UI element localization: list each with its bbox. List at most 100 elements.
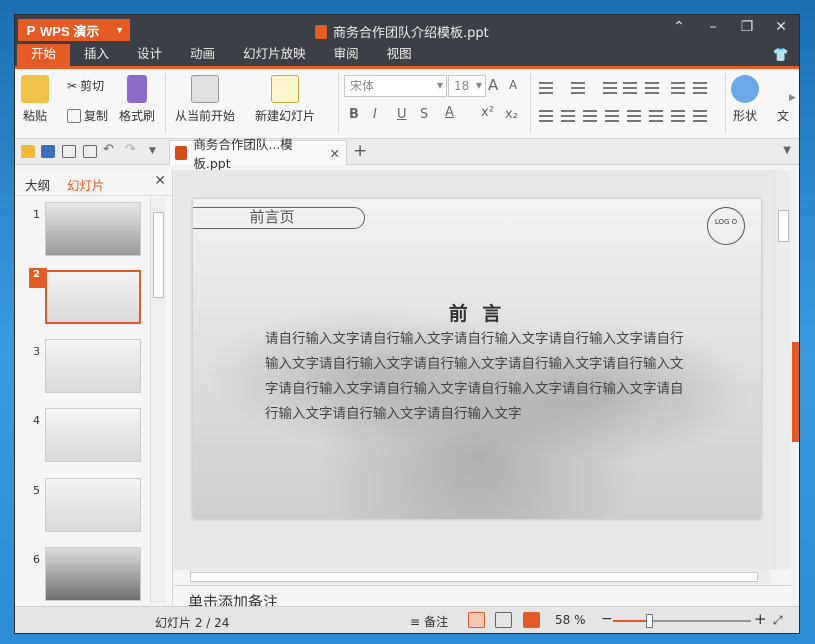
from-current-button[interactable]: 从当前开始	[175, 75, 235, 124]
tab-list-icon[interactable]: ▼	[783, 145, 791, 156]
copy-button[interactable]: 复制	[67, 107, 108, 124]
slide-thumbnail-selected[interactable]: 2	[15, 268, 155, 328]
tab-home[interactable]: 开始	[17, 44, 71, 66]
notes-icon: ≡	[410, 614, 421, 629]
side-panel-toggle[interactable]	[792, 342, 799, 442]
redo-icon[interactable]: ↷	[125, 142, 139, 157]
slide-heading[interactable]: 前 言	[193, 299, 761, 326]
font-color-icon[interactable]: A	[445, 105, 454, 120]
text-box-icon[interactable]	[693, 110, 707, 122]
new-tab-icon[interactable]: +	[353, 141, 367, 161]
tab-slideshow[interactable]: 幻灯片放映	[229, 44, 320, 66]
tab-outline[interactable]: 大纲	[25, 175, 50, 194]
tab-review[interactable]: 审阅	[320, 44, 373, 66]
zoom-slider-handle[interactable]	[645, 614, 653, 628]
app-menu-button[interactable]: P WPS 演示 ▼	[18, 19, 130, 41]
close-icon[interactable]: ✕	[154, 173, 166, 189]
zoom-in-icon[interactable]: +	[754, 610, 767, 628]
current-slide[interactable]: 前言页 LOG O 前 言 请自行输入文字请自行输入文字请自行输入文字请自行输入…	[193, 199, 761, 519]
ribbon-scroll-right-icon[interactable]: ▶	[789, 93, 796, 103]
bold-icon[interactable]: B	[349, 107, 359, 122]
slide-preview	[45, 478, 141, 532]
document-tab[interactable]: 商务合作团队...模板.ppt ✕	[169, 137, 347, 171]
slide-sorter-icon[interactable]	[495, 612, 512, 628]
normal-view-icon[interactable]	[468, 612, 485, 628]
paragraph-spacing-icon[interactable]	[649, 110, 663, 122]
undo-icon[interactable]: ↶	[103, 142, 117, 157]
cut-button[interactable]: ✂ 剪切	[67, 77, 104, 94]
close-tab-icon[interactable]: ✕	[330, 146, 340, 161]
editor-horizontal-scrollbar[interactable]	[190, 570, 770, 584]
editor-vertical-scrollbar[interactable]	[774, 170, 791, 570]
customize-chevron-icon[interactable]: ▼	[149, 146, 163, 159]
tab-view[interactable]: 视图	[373, 44, 426, 66]
close-icon[interactable]: ✕	[771, 19, 791, 35]
zoom-slider[interactable]	[613, 620, 751, 622]
ppt-file-icon	[175, 146, 188, 160]
decrease-indent-icon[interactable]	[603, 82, 617, 94]
scrollbar-thumb[interactable]	[778, 210, 789, 242]
font-size-select[interactable]: 18 ▼	[448, 75, 486, 97]
print-preview-icon[interactable]	[83, 145, 97, 158]
grow-font-icon[interactable]: A	[488, 76, 498, 94]
shrink-font-icon[interactable]: A	[509, 78, 517, 92]
slide-thumbnail[interactable]: 5	[15, 476, 155, 536]
slide-body-text[interactable]: 请自行输入文字请自行输入文字请自行输入文字请自行输入文字请自行输入文字请自行输入…	[265, 327, 695, 427]
vertical-align-icon[interactable]	[671, 110, 685, 122]
maximize-icon[interactable]: ❐	[737, 19, 757, 35]
slide-thumbnail[interactable]: 4	[15, 406, 155, 466]
distribute-icon[interactable]	[627, 110, 641, 122]
save-icon[interactable]	[41, 145, 55, 158]
tab-insert[interactable]: 插入	[70, 44, 123, 66]
font-name-select[interactable]: 宋体 ▼	[344, 75, 447, 97]
tab-animation[interactable]: 动画	[176, 44, 229, 66]
bullet-list-icon[interactable]	[539, 82, 553, 94]
minimize-icon[interactable]: –	[703, 19, 723, 35]
slide-thumbnail[interactable]: 3	[15, 337, 155, 397]
tab-slides[interactable]: 幻灯片	[67, 175, 105, 194]
format-painter-button[interactable]: 格式刷	[119, 75, 155, 124]
shapes-icon	[731, 75, 759, 103]
text-direction-icon[interactable]	[693, 82, 707, 94]
slide-editor: 前言页 LOG O 前 言 请自行输入文字请自行输入文字请自行输入文字请自行输入…	[174, 170, 791, 584]
collapse-ribbon-icon[interactable]: ⌃	[669, 19, 689, 35]
zoom-level[interactable]: 58 %	[555, 613, 586, 627]
new-slide-button[interactable]: 新建幻灯片	[255, 75, 315, 124]
increase-indent-icon[interactable]	[623, 82, 637, 94]
shadow-icon[interactable]: S	[420, 107, 428, 122]
from-current-label: 从当前开始	[175, 109, 236, 123]
shapes-button[interactable]: 形状	[731, 75, 759, 124]
slides-pane-scrollbar[interactable]	[150, 198, 166, 603]
slide-thumbnail[interactable]: 6	[15, 545, 155, 604]
slide-section-tag[interactable]: 前言页	[193, 207, 365, 229]
align-right-icon[interactable]	[583, 110, 597, 122]
scrollbar-thumb[interactable]	[190, 572, 758, 582]
subscript-icon[interactable]: x₂	[505, 107, 518, 122]
justify-icon[interactable]	[605, 110, 619, 122]
slideshow-icon[interactable]	[523, 612, 540, 628]
columns-icon[interactable]	[671, 82, 685, 94]
paste-button[interactable]: 粘贴	[21, 75, 49, 124]
line-spacing-icon[interactable]	[645, 82, 659, 94]
notes-toggle-label: 备注	[424, 615, 449, 629]
logo-placeholder[interactable]: LOG O	[707, 207, 745, 245]
underline-icon[interactable]: U	[397, 107, 407, 122]
slide-thumbnail[interactable]: 1	[15, 200, 155, 260]
scrollbar-thumb[interactable]	[153, 212, 164, 298]
ribbon-more-label[interactable]: 文	[777, 107, 789, 124]
skin-icon[interactable]: 👕	[773, 48, 789, 63]
align-left-icon[interactable]	[539, 110, 553, 122]
italic-icon[interactable]: I	[373, 107, 377, 122]
numbered-list-icon[interactable]	[571, 82, 585, 94]
zoom-slider-fill	[613, 620, 649, 622]
zoom-out-icon[interactable]: −	[601, 611, 613, 627]
notes-toggle-button[interactable]: ≡ 备注	[410, 613, 448, 630]
fit-window-icon[interactable]: ⤢	[773, 613, 783, 628]
slide-number: 3	[33, 345, 40, 358]
open-folder-icon[interactable]	[21, 145, 35, 158]
paste-label: 粘贴	[22, 109, 47, 123]
align-center-icon[interactable]	[561, 110, 575, 122]
tab-design[interactable]: 设计	[123, 44, 176, 66]
print-icon[interactable]	[62, 145, 76, 158]
superscript-icon[interactable]: x²	[481, 105, 494, 120]
